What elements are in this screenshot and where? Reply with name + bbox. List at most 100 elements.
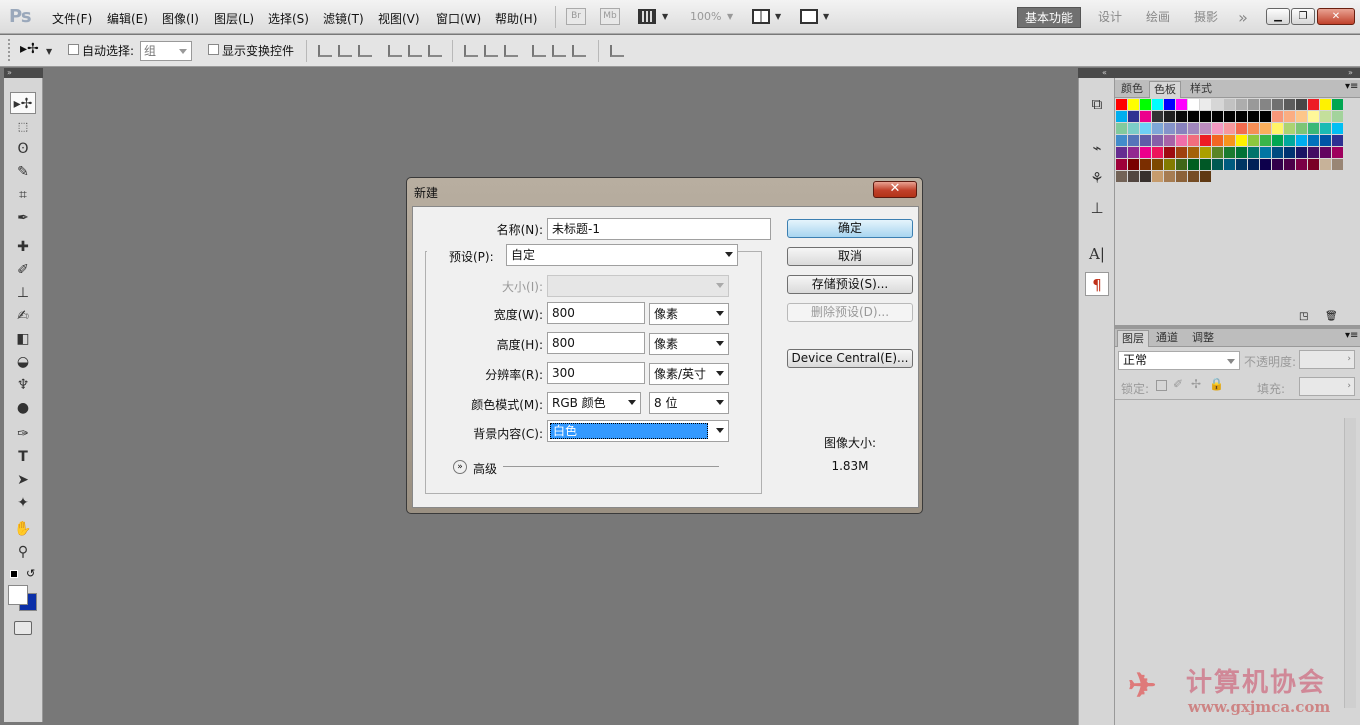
color-swatch[interactable]	[1272, 99, 1284, 111]
brushes-panel-icon[interactable]: ⚘	[1085, 166, 1109, 190]
panel-menu-icon[interactable]: ▾≡	[1345, 330, 1358, 341]
new-swatch-icon[interactable]: ◳	[1299, 311, 1308, 322]
eraser-tool-icon[interactable]: ◧	[10, 328, 36, 350]
color-swatch[interactable]	[1164, 111, 1176, 123]
color-swatch[interactable]	[1248, 147, 1260, 159]
eyedropper-tool-icon[interactable]: ✒	[10, 207, 36, 229]
expand-advanced-icon[interactable]: »	[453, 460, 467, 474]
color-swatch[interactable]	[1188, 135, 1200, 147]
color-swatch[interactable]	[1128, 159, 1140, 171]
color-swatch[interactable]	[1284, 123, 1296, 135]
color-swatch[interactable]	[1116, 99, 1128, 111]
distribute-right-icon[interactable]	[572, 45, 586, 57]
auto-select-checkbox[interactable]	[68, 44, 79, 55]
grip-handle[interactable]	[8, 39, 10, 63]
color-swatch[interactable]	[1116, 171, 1128, 183]
color-swatch[interactable]	[1296, 99, 1308, 111]
path-selection-tool-icon[interactable]: ➤	[10, 469, 36, 491]
dodge-tool-icon[interactable]: ♆	[10, 374, 36, 396]
color-swatch[interactable]	[1320, 147, 1332, 159]
color-swatch[interactable]	[1272, 135, 1284, 147]
distribute-vcenter-icon[interactable]	[484, 45, 498, 57]
align-vcenter-icon[interactable]	[338, 45, 352, 57]
color-swatch[interactable]	[1260, 99, 1272, 111]
distribute-hcenter-icon[interactable]	[552, 45, 566, 57]
paragraph-panel-icon[interactable]: ¶	[1085, 272, 1109, 296]
color-swatch[interactable]	[1212, 159, 1224, 171]
color-swatch[interactable]	[1152, 99, 1164, 111]
screen-mode-icon[interactable]	[800, 9, 818, 24]
color-swatch[interactable]	[1116, 159, 1128, 171]
color-swatch[interactable]	[1320, 123, 1332, 135]
color-swatch[interactable]	[1332, 159, 1344, 171]
color-swatch[interactable]	[1224, 99, 1236, 111]
name-input[interactable]: 未标题-1	[547, 218, 771, 240]
color-swatch[interactable]	[1296, 147, 1308, 159]
color-swatch[interactable]	[1284, 99, 1296, 111]
color-swatch[interactable]	[1128, 111, 1140, 123]
color-swatch[interactable]	[1200, 171, 1212, 183]
color-swatch[interactable]	[1152, 147, 1164, 159]
color-swatch[interactable]	[1224, 111, 1236, 123]
align-hcenter-icon[interactable]	[408, 45, 422, 57]
foreground-color-swatch[interactable]	[8, 585, 28, 605]
brush-tool-icon[interactable]: ✐	[10, 259, 36, 281]
color-swatch[interactable]	[1128, 147, 1140, 159]
color-swatch[interactable]	[1200, 135, 1212, 147]
type-tool-icon[interactable]: T	[10, 446, 36, 468]
color-swatch[interactable]	[1272, 147, 1284, 159]
color-swatch[interactable]	[1296, 123, 1308, 135]
workspace-painting[interactable]: 绘画	[1140, 7, 1176, 28]
color-swatch[interactable]	[1272, 123, 1284, 135]
color-swatch[interactable]	[1152, 111, 1164, 123]
paint-bucket-tool-icon[interactable]: ◒	[10, 351, 36, 373]
color-swatch[interactable]	[1260, 147, 1272, 159]
color-swatch[interactable]	[1260, 135, 1272, 147]
color-swatch[interactable]	[1212, 147, 1224, 159]
distribute-top-icon[interactable]	[464, 45, 478, 57]
blur-tool-icon[interactable]: ●	[10, 397, 36, 419]
move-tool-icon[interactable]: ▸✢	[20, 41, 39, 57]
menu-select[interactable]: 选择(S)	[268, 10, 309, 27]
color-swatch[interactable]	[1272, 111, 1284, 123]
clone-stamp-tool-icon[interactable]: ⊥	[10, 282, 36, 304]
color-swatch[interactable]	[1308, 135, 1320, 147]
color-swatch[interactable]	[1260, 123, 1272, 135]
color-swatch[interactable]	[1164, 147, 1176, 159]
device-central-button[interactable]: Device Central(E)...	[787, 349, 913, 368]
pen-tool-icon[interactable]: ✑	[10, 423, 36, 445]
background-select[interactable]: 白色	[547, 420, 729, 442]
color-swatch[interactable]	[1176, 159, 1188, 171]
color-swatch[interactable]	[1140, 123, 1152, 135]
resolution-unit-select[interactable]: 像素/英寸	[649, 363, 729, 385]
tab-styles[interactable]: 样式	[1185, 81, 1217, 98]
color-swatch[interactable]	[1212, 123, 1224, 135]
close-icon[interactable]: ✕	[873, 181, 917, 198]
color-swatch[interactable]	[1116, 111, 1128, 123]
menu-view[interactable]: 视图(V)	[378, 10, 420, 27]
color-swatch[interactable]	[1188, 171, 1200, 183]
color-swatch[interactable]	[1248, 135, 1260, 147]
distribute-left-icon[interactable]	[532, 45, 546, 57]
color-swatch[interactable]	[1236, 159, 1248, 171]
show-transform-checkbox[interactable]	[208, 44, 219, 55]
color-swatch[interactable]	[1152, 135, 1164, 147]
color-swatch[interactable]	[1176, 147, 1188, 159]
color-swatch[interactable]	[1224, 159, 1236, 171]
zoom-level[interactable]: 100%	[690, 10, 721, 23]
color-swatch[interactable]	[1140, 111, 1152, 123]
menu-image[interactable]: 图像(I)	[162, 10, 199, 27]
color-swatch[interactable]	[1188, 147, 1200, 159]
color-swatch[interactable]	[1164, 123, 1176, 135]
color-swatch[interactable]	[1224, 147, 1236, 159]
tools-collapse-icon[interactable]: »	[4, 68, 43, 78]
restore-icon[interactable]: ❐	[1291, 8, 1315, 25]
fill-input[interactable]: ›	[1299, 377, 1355, 396]
color-swatch[interactable]	[1248, 99, 1260, 111]
view-extras-icon[interactable]	[638, 9, 656, 24]
color-swatch[interactable]	[1284, 135, 1296, 147]
color-swatch[interactable]	[1320, 135, 1332, 147]
color-swatch[interactable]	[1164, 159, 1176, 171]
width-unit-select[interactable]: 像素	[649, 303, 729, 325]
move-tool-icon[interactable]: ▸✢	[10, 92, 36, 114]
